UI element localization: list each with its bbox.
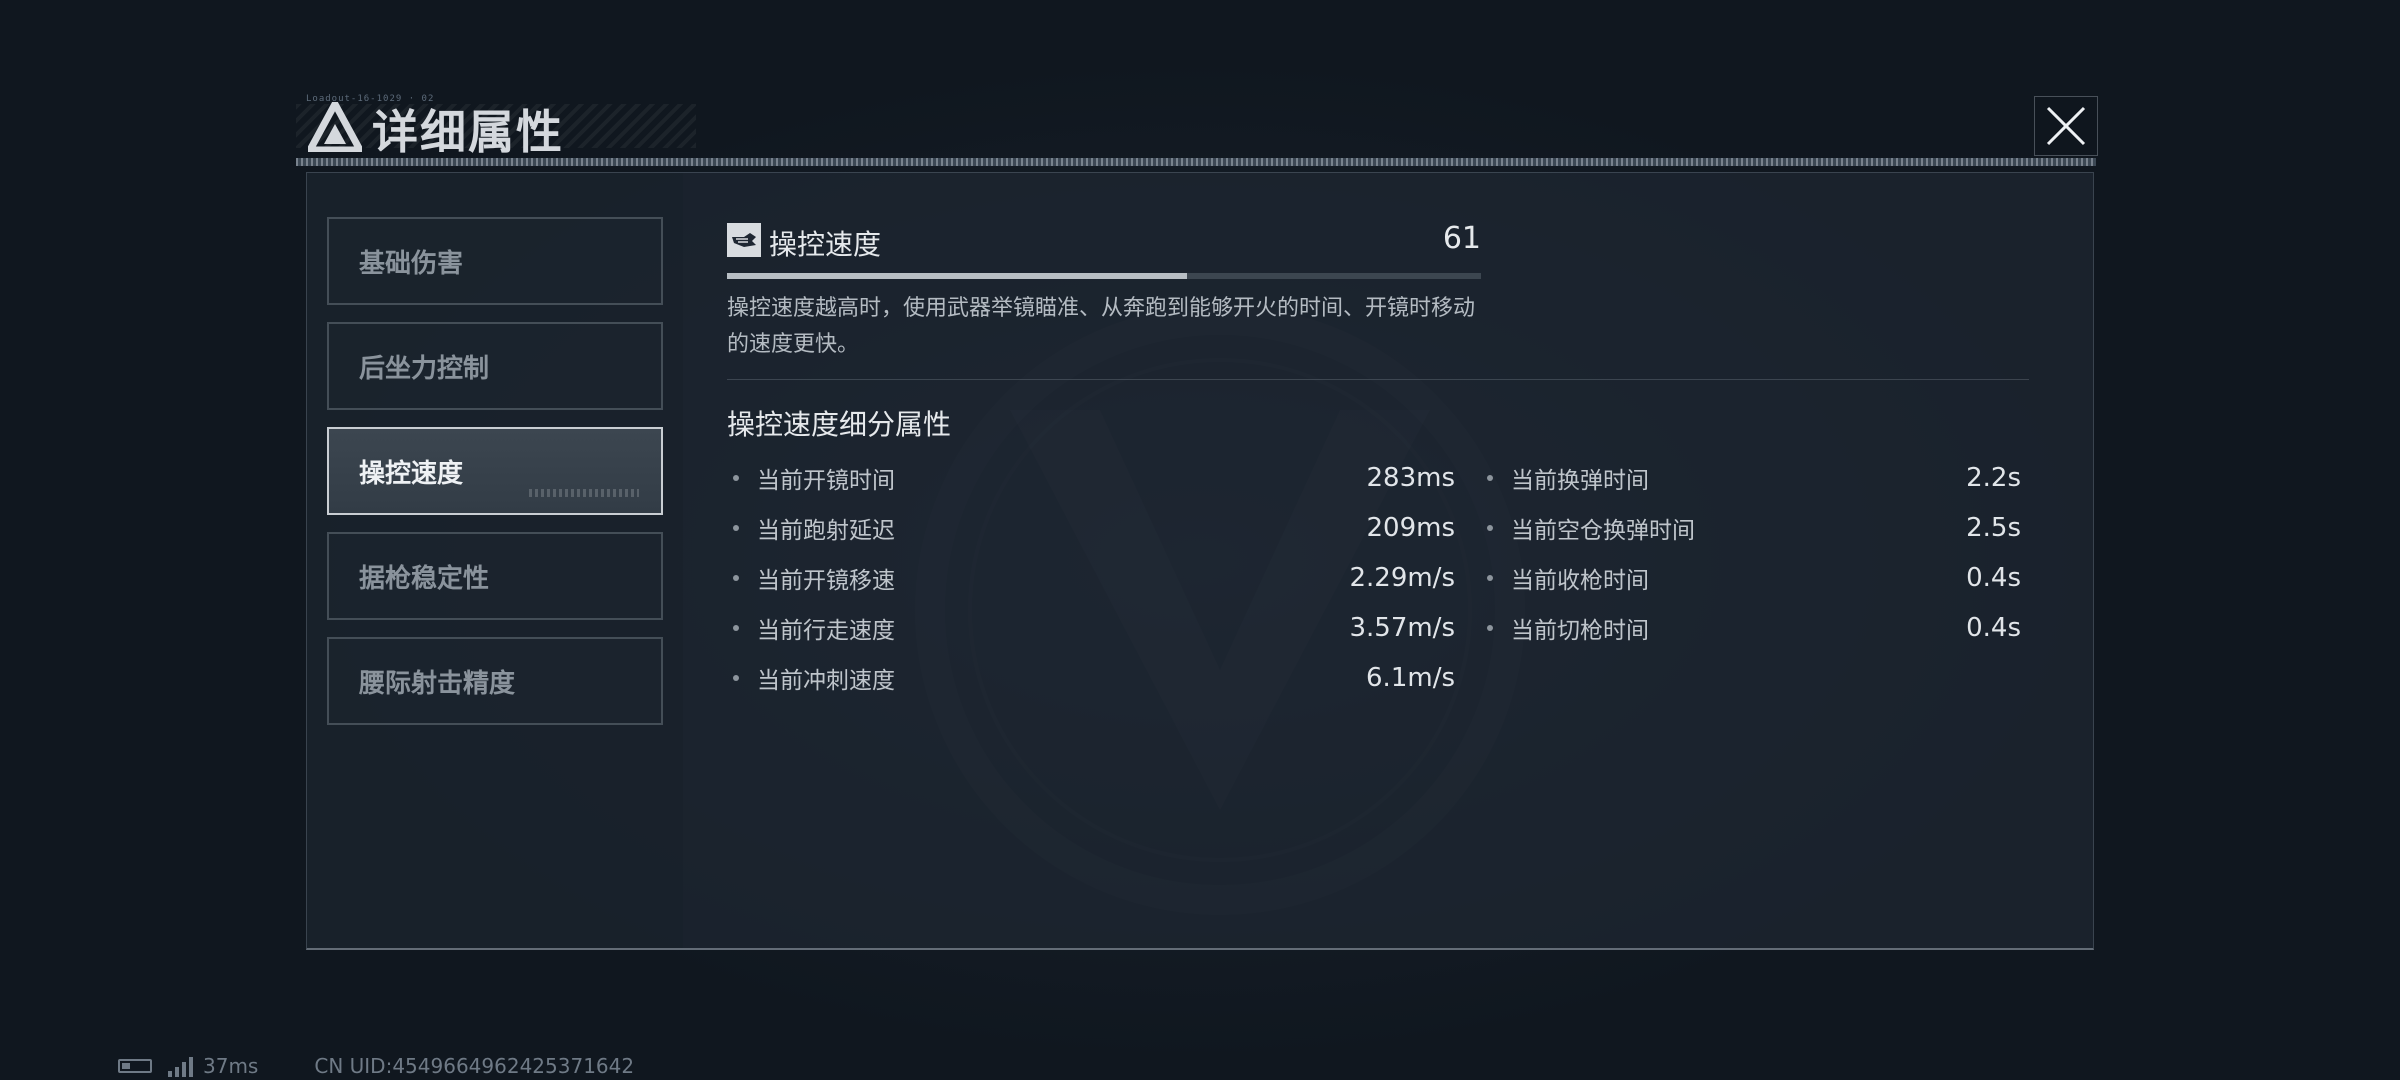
attribute-value: 209ms — [1366, 513, 1456, 543]
list-item: 当前收枪时间 0.4s — [1487, 553, 2021, 603]
tab-label: 据枪稳定性 — [359, 563, 490, 594]
attribute-label: 当前收枪时间 — [1511, 568, 1649, 594]
bullet-dot — [733, 475, 739, 481]
tab-label: 基础伤害 — [359, 248, 464, 279]
list-item: 当前切枪时间 0.4s — [1487, 603, 2021, 653]
attribute-value: 2.29m/s — [1349, 563, 1455, 593]
title-divider — [296, 158, 2096, 166]
breakdown-list-right: 当前换弹时间 2.2s 当前空仓换弹时间 2.5s 当前收枪时间 0.4s 当前… — [1487, 453, 2021, 653]
attribute-value: 283ms — [1366, 463, 1456, 493]
attribute-value: 2.2s — [1966, 463, 2021, 493]
list-item: 当前空仓换弹时间 2.5s — [1487, 503, 2021, 553]
attribute-value: 2.5s — [1966, 513, 2021, 543]
stat-name: 操控速度 — [769, 228, 882, 261]
tab-label: 腰际射击精度 — [359, 668, 516, 699]
attribute-value: 0.4s — [1966, 613, 2021, 643]
bullet-dot — [733, 625, 739, 631]
bullet-dot — [733, 525, 739, 531]
tab-label: 后坐力控制 — [359, 353, 490, 384]
category-tab-list: 基础伤害 后坐力控制 操控速度 据枪稳定性 腰际射击精度 — [307, 173, 683, 948]
attribute-label: 当前行走速度 — [757, 618, 895, 644]
attribute-label: 当前开镜移速 — [757, 568, 895, 594]
attribute-label: 当前开镜时间 — [757, 468, 895, 494]
attribute-label: 当前跑射延迟 — [757, 518, 895, 544]
bullet-dot — [1487, 625, 1493, 631]
attribute-value: 0.4s — [1966, 563, 2021, 593]
status-bar: 37ms CN UID:4549664962425371642 — [118, 1054, 634, 1078]
attribute-label: 当前切枪时间 — [1511, 618, 1649, 644]
tab-decoration — [529, 489, 639, 497]
list-item: 当前换弹时间 2.2s — [1487, 453, 2021, 503]
title-bar: Loadout-16-1029 · 02 详细属性 — [296, 92, 2104, 164]
attribute-label: 当前换弹时间 — [1511, 468, 1649, 494]
tab-handling-speed[interactable]: 操控速度 — [327, 427, 663, 515]
tab-recoil-control[interactable]: 后坐力控制 — [327, 322, 663, 410]
list-item: 当前开镜移速 2.29m/s — [733, 553, 1455, 603]
tab-hip-fire-accuracy[interactable]: 腰际射击精度 — [327, 637, 663, 725]
stat-progress-bar — [727, 273, 1481, 279]
uid-text: CN UID:4549664962425371642 — [314, 1054, 635, 1078]
list-item: 当前行走速度 3.57m/s — [733, 603, 1455, 653]
page-title: 详细属性 — [372, 105, 564, 159]
stat-value: 61 — [1442, 221, 1481, 256]
attribute-label: 当前空仓换弹时间 — [1511, 518, 1695, 544]
attribute-panel: 基础伤害 后坐力控制 操控速度 据枪稳定性 腰际射击精度 操控速度 61 操控速… — [306, 172, 2094, 950]
breakdown-title: 操控速度细分属性 — [727, 408, 952, 441]
close-button[interactable] — [2034, 96, 2098, 156]
bullet-dot — [733, 675, 739, 681]
close-x-icon — [2046, 106, 2086, 146]
signal-icon — [168, 1055, 193, 1077]
battery-icon — [118, 1059, 152, 1073]
section-divider — [727, 379, 2029, 380]
triangle-logo-icon — [308, 102, 362, 152]
tab-base-damage[interactable]: 基础伤害 — [327, 217, 663, 305]
attribute-label: 当前冲刺速度 — [757, 668, 895, 694]
bullet-dot — [1487, 575, 1493, 581]
list-item: 当前跑射延迟 209ms — [733, 503, 1455, 553]
bullet-dot — [1487, 525, 1493, 531]
hand-icon — [727, 223, 761, 257]
stat-header: 操控速度 61 — [727, 221, 1481, 261]
tab-label: 操控速度 — [359, 458, 464, 489]
list-item: 当前开镜时间 283ms — [733, 453, 1455, 503]
stat-description: 操控速度越高时，使用武器举镜瞄准、从奔跑到能够开火的时间、开镜时移动的速度更快。 — [727, 296, 1476, 357]
tab-aim-stability[interactable]: 据枪稳定性 — [327, 532, 663, 620]
ping-text: 37ms — [203, 1054, 259, 1078]
bullet-dot — [733, 575, 739, 581]
attribute-value: 6.1m/s — [1366, 663, 1455, 693]
list-item: 当前冲刺速度 6.1m/s — [733, 653, 1455, 703]
attribute-value: 3.57m/s — [1349, 613, 1455, 643]
stat-progress-fill — [727, 273, 1187, 279]
bullet-dot — [1487, 475, 1493, 481]
stat-detail: 操控速度 61 操控速度越高时，使用武器举镜瞄准、从奔跑到能够开火的时间、开镜时… — [727, 173, 2047, 948]
breakdown-list-left: 当前开镜时间 283ms 当前跑射延迟 209ms 当前开镜移速 2.29m/s… — [733, 453, 1455, 703]
